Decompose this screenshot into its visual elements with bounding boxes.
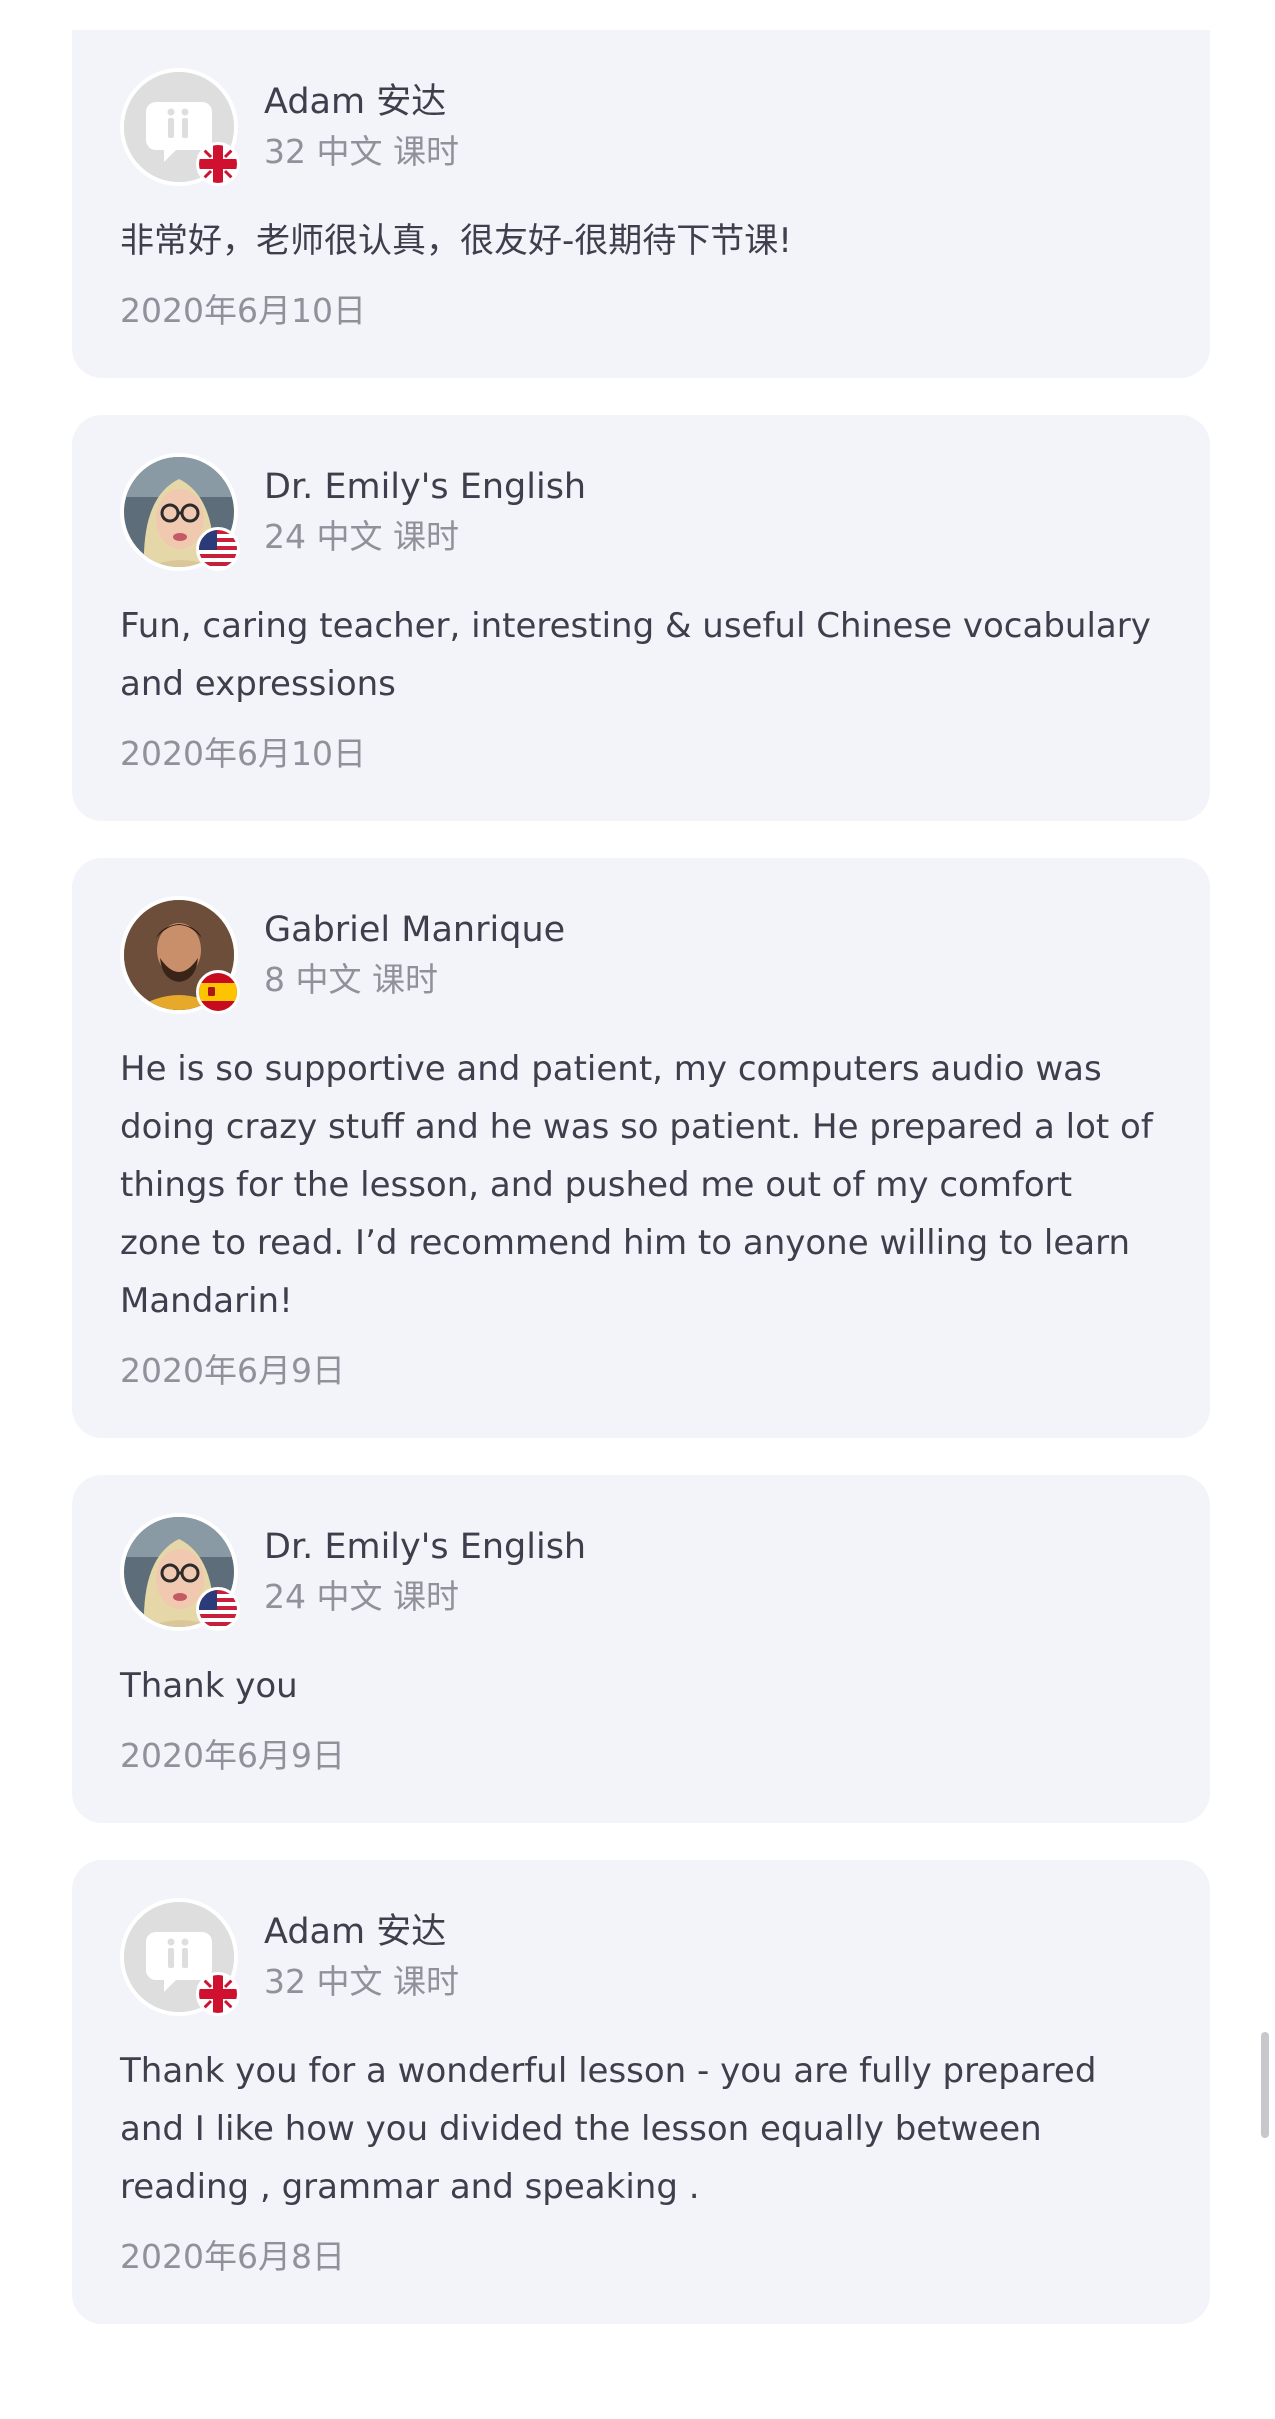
uk-flag-icon — [196, 1972, 240, 2016]
reviewer-name[interactable]: Dr. Emily's English — [264, 1522, 586, 1572]
review-header: Gabriel Manrique 8 中文 课时 — [120, 896, 1162, 1014]
review-card: Dr. Emily's English 24 中文 课时 Fun, caring… — [72, 415, 1210, 821]
lesson-count: 24 中文 课时 — [264, 1577, 459, 1616]
reviewer-name[interactable]: Gabriel Manrique — [264, 905, 565, 955]
review-text: 非常好，老师很认真，很友好-很期待下节课! — [120, 221, 792, 261]
us-flag-icon — [196, 527, 240, 571]
lesson-count: 32 中文 课时 — [264, 1962, 459, 2001]
reviewer-name[interactable]: Dr. Emily's English — [264, 462, 586, 512]
reviewer-name[interactable]: Adam 安达 — [264, 1907, 459, 1957]
review-header: Dr. Emily's English 24 中文 课时 — [120, 453, 1162, 571]
lesson-count: 24 中文 课时 — [264, 517, 459, 556]
review-card: Gabriel Manrique 8 中文 课时 He is so suppor… — [72, 858, 1210, 1438]
spain-flag-icon — [196, 970, 240, 1014]
review-date: 2020年6月10日 — [120, 291, 366, 330]
us-flag-icon — [196, 1587, 240, 1631]
review-header: Adam 安达 32 中文 课时 — [120, 1898, 1162, 2016]
avatar[interactable] — [120, 68, 240, 186]
avatar[interactable] — [120, 1898, 240, 2016]
review-header: Adam 安达 32 中文 课时 — [120, 68, 1162, 186]
review-date: 2020年6月10日 — [120, 734, 366, 773]
review-date: 2020年6月9日 — [120, 1736, 345, 1775]
review-date: 2020年6月9日 — [120, 1351, 345, 1390]
review-card: Adam 安达 32 中文 课时 Thank you for a wonderf… — [72, 1860, 1210, 2324]
avatar[interactable] — [120, 453, 240, 571]
reviews-list: Adam 安达 32 中文 课时 非常好，老师很认真，很友好-很期待下节课! 2… — [72, 30, 1210, 2361]
lesson-count: 32 中文 课时 — [264, 132, 459, 171]
review-card: Dr. Emily's English 24 中文 课时 Thank you 2… — [72, 1475, 1210, 1823]
review-header: Dr. Emily's English 24 中文 课时 — [120, 1513, 1162, 1631]
review-date: 2020年6月8日 — [120, 2237, 345, 2276]
uk-flag-icon — [196, 142, 240, 186]
review-card: Adam 安达 32 中文 课时 非常好，老师很认真，很友好-很期待下节课! 2… — [72, 30, 1210, 378]
review-text: Fun, caring teacher, interesting & usefu… — [120, 606, 1151, 704]
review-text: Thank you for a wonderful lesson - you a… — [120, 2051, 1097, 2207]
review-text: He is so supportive and patient, my comp… — [120, 1049, 1153, 1321]
reviewer-name[interactable]: Adam 安达 — [264, 77, 459, 127]
avatar[interactable] — [120, 896, 240, 1014]
scrollbar[interactable] — [1261, 2032, 1269, 2138]
avatar[interactable] — [120, 1513, 240, 1631]
lesson-count: 8 中文 课时 — [264, 960, 438, 999]
review-text: Thank you — [120, 1666, 298, 1706]
